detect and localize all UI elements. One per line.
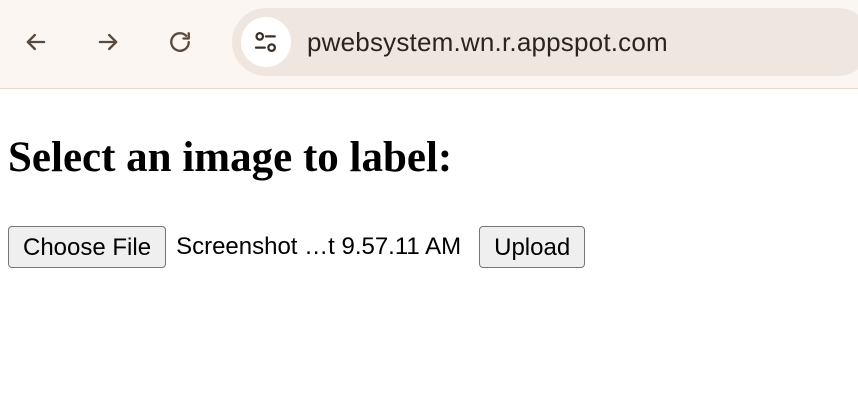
upload-button[interactable]: Upload [479, 226, 586, 268]
address-bar[interactable]: pwebsystem.wn.r.appspot.com [232, 8, 858, 76]
back-button[interactable] [16, 22, 56, 62]
tune-icon [254, 32, 276, 52]
site-info-button[interactable] [241, 17, 291, 67]
selected-file-name: Screenshot …t 9.57.11 AM [176, 233, 462, 260]
arrow-left-icon [26, 33, 46, 51]
upload-form: Choose File Screenshot …t 9.57.11 AM Upl… [8, 226, 586, 268]
reload-button[interactable] [160, 22, 200, 62]
page-title: Select an image to label: [8, 134, 453, 181]
browser-toolbar: pwebsystem.wn.r.appspot.com [0, 0, 858, 89]
arrow-right-icon [98, 33, 118, 51]
forward-button[interactable] [88, 22, 128, 62]
url-text[interactable]: pwebsystem.wn.r.appspot.com [307, 26, 668, 58]
reload-icon [170, 32, 190, 52]
choose-file-button[interactable]: Choose File [8, 226, 167, 268]
